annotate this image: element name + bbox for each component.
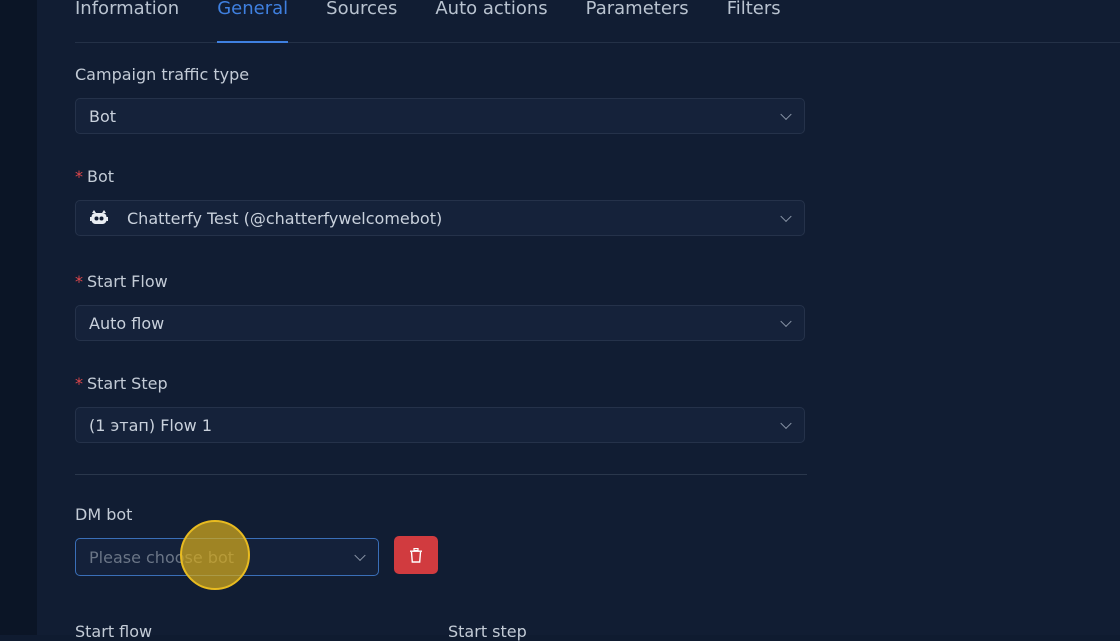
start-step-label: * Start Step [75,374,168,393]
left-rail [0,0,37,635]
bot-icon [89,209,109,227]
start-flow-value: Auto flow [89,313,165,333]
start-flow-label: * Start Flow [75,272,168,291]
tab-bar: Information General Sources Auto actions… [75,0,1120,43]
required-mark: * [75,272,83,291]
tab-auto-actions[interactable]: Auto actions [435,0,547,42]
traffic-type-select[interactable]: Bot [75,98,805,134]
chevron-down-icon [354,549,366,562]
chevron-down-icon [780,417,792,430]
main-panel: Information General Sources Auto actions… [37,0,1120,641]
chevron-down-icon [780,210,792,223]
delete-dm-bot-button[interactable] [394,536,438,574]
start-step-select[interactable]: (1 этап) Flow 1 [75,407,805,443]
tab-information[interactable]: Information [75,0,179,42]
bottom-start-step-label: Start step [448,622,527,641]
bot-select[interactable]: Chatterfy Test (@chatterfywelcomebot) [75,200,805,236]
dm-bot-select[interactable]: Please choose bot [75,538,379,576]
tab-sources[interactable]: Sources [326,0,397,42]
start-flow-select[interactable]: Auto flow [75,305,805,341]
tab-filters[interactable]: Filters [727,0,781,42]
start-flow-label-text: Start Flow [87,272,168,291]
tab-parameters[interactable]: Parameters [586,0,689,42]
start-step-value: (1 этап) Flow 1 [89,415,212,435]
bot-label-text: Bot [87,167,115,186]
required-mark: * [75,167,83,186]
tab-general[interactable]: General [217,0,288,43]
chevron-down-icon [780,108,792,121]
start-step-label-text: Start Step [87,374,168,393]
section-divider [75,474,807,475]
dm-bot-label: DM bot [75,505,133,524]
required-mark: * [75,374,83,393]
trash-icon [410,547,422,563]
bot-value: Chatterfy Test (@chatterfywelcomebot) [127,208,443,228]
traffic-type-value: Bot [89,106,117,126]
bot-label: * Bot [75,167,114,186]
dm-bot-placeholder: Please choose bot [89,547,235,567]
chevron-down-icon [780,315,792,328]
bottom-start-flow-label: Start flow [75,622,153,641]
traffic-type-label: Campaign traffic type [75,65,250,84]
